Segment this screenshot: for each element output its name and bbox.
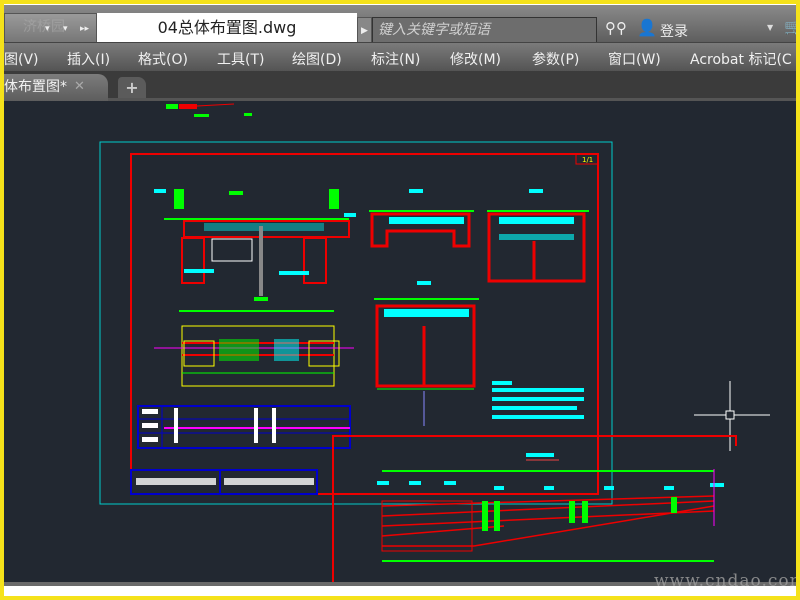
menu-format[interactable]: 格式(O) bbox=[138, 49, 188, 69]
chevron-down-icon[interactable]: ▼ bbox=[767, 23, 773, 32]
menu-insert[interactable]: 插入(I) bbox=[67, 49, 110, 69]
cross-section-3 bbox=[374, 281, 479, 426]
title-block bbox=[130, 469, 318, 495]
menu-window[interactable]: 窗口(W) bbox=[608, 49, 661, 69]
cross-section-2 bbox=[487, 189, 589, 283]
document-title: 04总体布置图.dwg bbox=[97, 13, 357, 43]
drawing-svg: 1/1 bbox=[99, 103, 770, 582]
menu-tools[interactable]: 工具(T) bbox=[217, 49, 264, 69]
menu-draw[interactable]: 绘图(D) bbox=[292, 49, 342, 69]
close-icon[interactable]: ✕ bbox=[74, 74, 85, 100]
menu-modify[interactable]: 修改(M) bbox=[450, 49, 501, 69]
binoculars-search-icon[interactable]: ⚲⚲ bbox=[605, 19, 627, 37]
dropdown-icon[interactable]: ▾ bbox=[63, 24, 68, 34]
search-input[interactable]: 键入关键字或短语 bbox=[372, 17, 597, 43]
menu-view[interactable]: 图(V) bbox=[4, 49, 39, 69]
quick-access-logo: 济桥园 bbox=[23, 19, 65, 35]
notes-text bbox=[492, 381, 584, 419]
elevation-view bbox=[154, 189, 356, 296]
plan-view bbox=[154, 297, 354, 387]
menu-bar: 图(V) 插入(I) 格式(O) 工具(T) 绘图(D) 标注(N) 修改(M)… bbox=[4, 42, 796, 71]
tab-drawing[interactable]: 体布置图* ✕ bbox=[4, 74, 108, 101]
title-bar: 济桥园 ▾ ▾ ▸▸ 04总体布置图.dwg ▶ 键入关键字或短语 ⚲⚲ 👤 登… bbox=[4, 4, 796, 43]
new-tab-button[interactable]: + bbox=[118, 77, 146, 98]
data-table bbox=[137, 405, 351, 449]
menu-dimension[interactable]: 标注(N) bbox=[371, 49, 420, 69]
autocad-window: 济桥园 ▾ ▾ ▸▸ 04总体布置图.dwg ▶ 键入关键字或短语 ⚲⚲ 👤 登… bbox=[4, 4, 796, 596]
watermark: www.cndao.com bbox=[654, 571, 796, 591]
sheet-border-inner bbox=[130, 153, 599, 495]
partial-drawing-top bbox=[166, 103, 252, 117]
drawing-canvas[interactable]: 1/1 bbox=[4, 101, 796, 582]
sheet-number: 1/1 bbox=[582, 156, 593, 164]
expand-toolbar-icon[interactable]: ▸▸ bbox=[80, 24, 89, 34]
crosshair-cursor bbox=[694, 381, 770, 451]
login-button[interactable]: 登录 bbox=[660, 21, 688, 41]
user-icon[interactable]: 👤 bbox=[637, 18, 657, 37]
tab-label: 体布置图* bbox=[4, 79, 67, 95]
dropdown-icon[interactable]: ▾ bbox=[45, 24, 50, 34]
quick-access-toolbar[interactable]: 济桥园 ▾ ▾ ▸▸ bbox=[4, 13, 97, 43]
search-expand-icon[interactable]: ▶ bbox=[357, 17, 372, 43]
cart-icon[interactable]: 🛒 bbox=[784, 18, 796, 36]
menu-acrobat[interactable]: Acrobat 标记(C bbox=[690, 49, 792, 69]
sheet-2 bbox=[332, 435, 737, 582]
menu-parametric[interactable]: 参数(P) bbox=[532, 49, 579, 69]
file-tab-bar: 体布置图* ✕ + bbox=[4, 71, 796, 101]
cross-section-1 bbox=[369, 189, 474, 248]
